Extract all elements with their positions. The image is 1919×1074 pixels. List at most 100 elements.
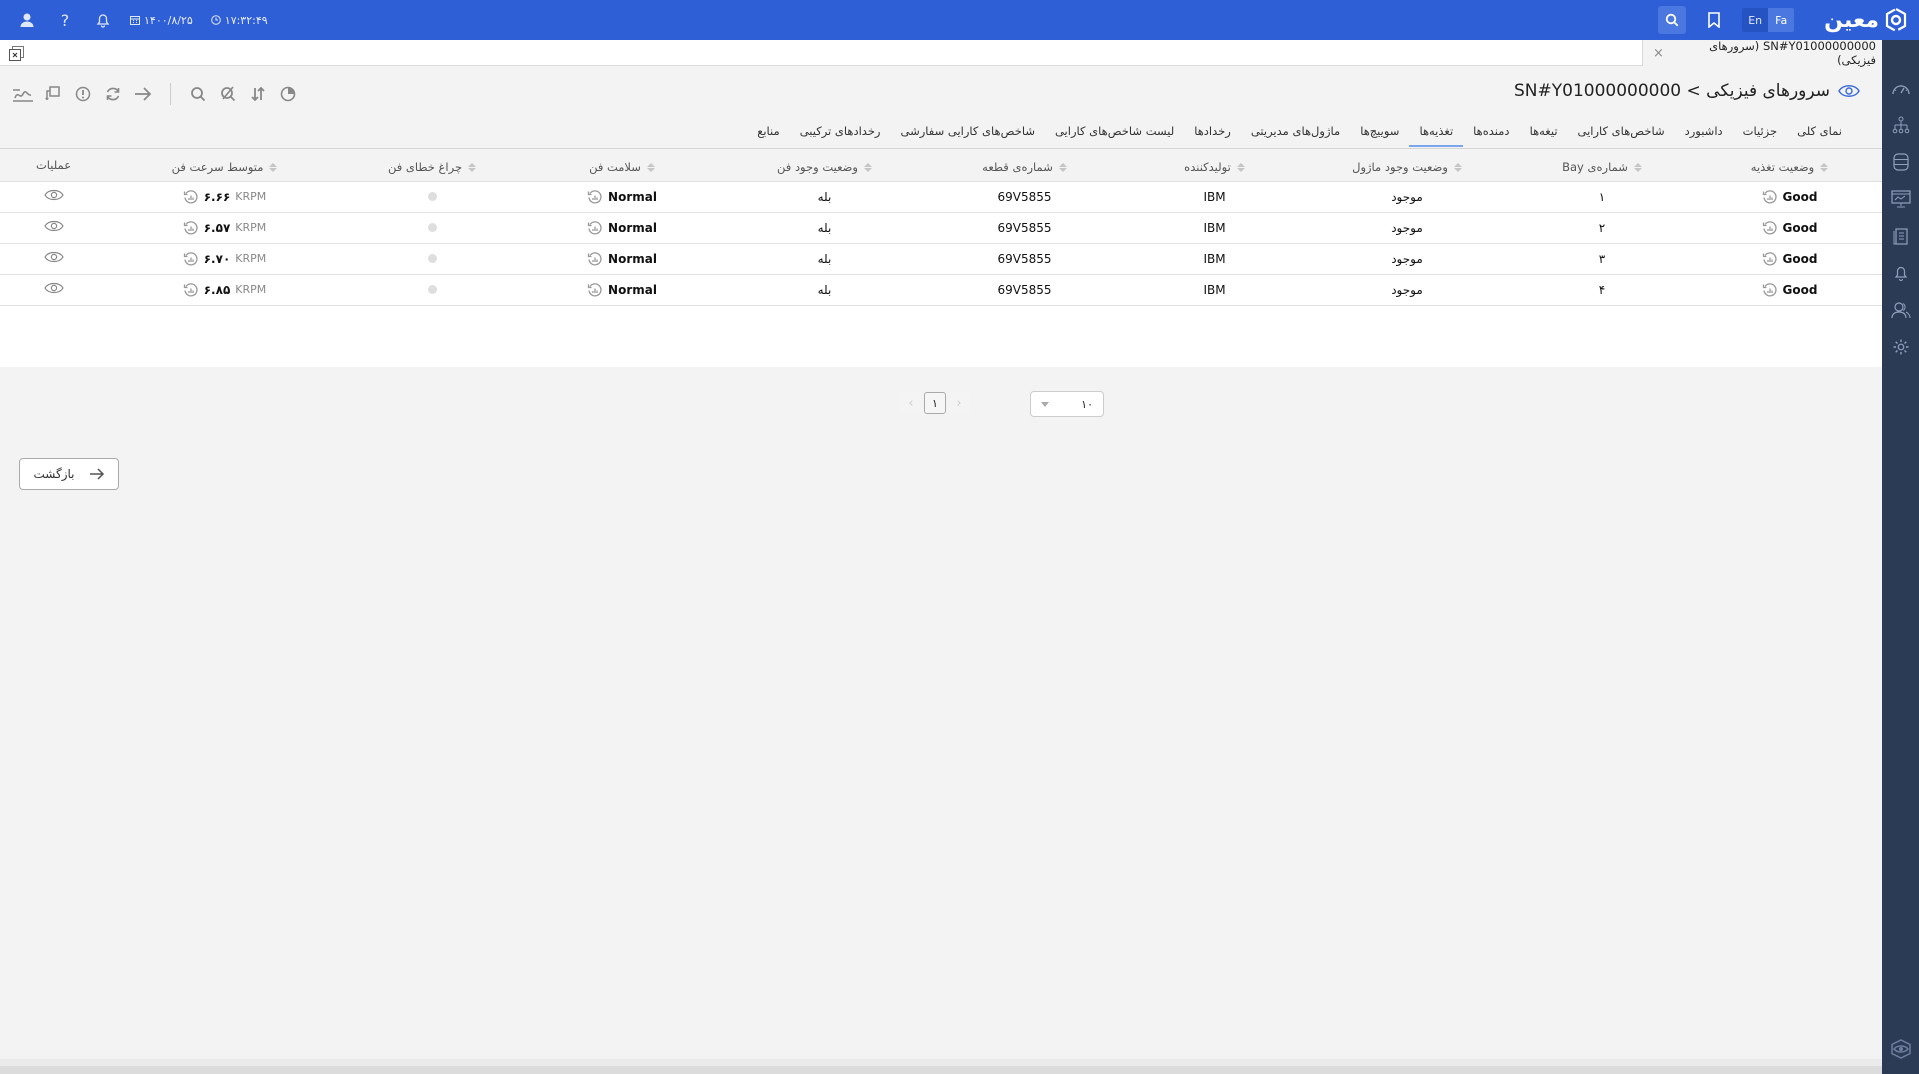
sort-icon[interactable] bbox=[1236, 162, 1245, 172]
next-page-button[interactable]: › bbox=[948, 392, 970, 414]
column-header[interactable]: وضعیت وجود ماژول bbox=[1307, 149, 1507, 182]
column-header[interactable]: وضعیت تغذیه bbox=[1697, 149, 1882, 182]
alert-icon bbox=[75, 86, 91, 102]
tab-9[interactable]: رخدادها bbox=[1184, 117, 1241, 145]
open-tab[interactable]: × SN#Y01000000000 (سرورهای فیزیکی) bbox=[1642, 39, 1882, 67]
history-chart-icon[interactable] bbox=[183, 220, 199, 236]
sort-icon[interactable] bbox=[1058, 162, 1067, 172]
column-header[interactable]: وضعیت وجود فن bbox=[722, 149, 927, 182]
history-chart-icon[interactable] bbox=[1762, 189, 1778, 205]
prev-page-button[interactable]: ‹ bbox=[900, 392, 922, 414]
chart-button[interactable] bbox=[8, 82, 38, 106]
arrow-right-icon bbox=[89, 468, 104, 480]
lang-fa-button[interactable]: Fa bbox=[1768, 8, 1795, 32]
lang-en-button[interactable]: En bbox=[1742, 8, 1769, 32]
sidebar-item-users[interactable] bbox=[1882, 295, 1919, 325]
sort-icon[interactable] bbox=[863, 162, 872, 172]
sidebar-item-settings[interactable] bbox=[1882, 332, 1919, 362]
sort-icon[interactable] bbox=[269, 162, 278, 172]
tab-0[interactable]: نمای کلی bbox=[1787, 117, 1852, 145]
history-chart-icon[interactable] bbox=[1762, 220, 1778, 236]
tab-12[interactable]: رخدادهای ترکیبی bbox=[790, 117, 891, 145]
bell-icon[interactable] bbox=[84, 0, 122, 40]
tab-6[interactable]: تغذیه‌ها bbox=[1409, 117, 1463, 147]
column-header[interactable]: چراغ خطای فن bbox=[342, 149, 522, 182]
view-eye-icon[interactable] bbox=[43, 189, 64, 201]
sort-button[interactable] bbox=[243, 82, 273, 106]
sidebar-item-database[interactable] bbox=[1882, 147, 1919, 177]
clear-search-button[interactable] bbox=[213, 82, 243, 106]
page-size-value: ۱۰ bbox=[1081, 397, 1093, 411]
power-supplies-table: وضعیت تغذیه شماره‌ی Bay وضعیت وجود ماژول تو… bbox=[0, 149, 1882, 367]
sidebar-item-about[interactable] bbox=[1882, 1034, 1919, 1064]
sort-icon[interactable] bbox=[646, 162, 655, 172]
tab-2[interactable]: داشبورد bbox=[1675, 117, 1733, 145]
tab-4[interactable]: تیغه‌ها bbox=[1520, 117, 1568, 145]
history-chart-icon[interactable] bbox=[587, 220, 603, 236]
filter-button[interactable] bbox=[38, 82, 68, 106]
column-header[interactable]: تولیدکننده bbox=[1122, 149, 1307, 182]
history-chart-icon[interactable] bbox=[1762, 282, 1778, 298]
sidebar-item-reports[interactable] bbox=[1882, 221, 1919, 251]
user-icon[interactable] bbox=[8, 0, 46, 40]
sidebar-item-dashboard[interactable] bbox=[1882, 73, 1919, 103]
sort-icon[interactable] bbox=[468, 162, 477, 172]
date-text: ۱۴۰۰/۸/۲۵ bbox=[144, 13, 193, 27]
detail-tabs: نمای کلی جزئیات داشبورد شاخص‌های کارایی تیغه… bbox=[747, 117, 1852, 147]
sort-icon[interactable] bbox=[1633, 162, 1642, 172]
sort-icon[interactable] bbox=[1453, 162, 1462, 172]
column-header[interactable]: شماره‌ی قطعه bbox=[927, 149, 1122, 182]
close-all-tabs-button[interactable] bbox=[9, 46, 24, 61]
history-chart-icon[interactable] bbox=[1762, 251, 1778, 267]
history-chart-icon[interactable] bbox=[183, 189, 199, 205]
tab-10[interactable]: لیست شاخص‌های کارایی bbox=[1045, 117, 1184, 145]
part-number-cell: 69V5855 bbox=[927, 274, 1122, 305]
view-eye-icon[interactable] bbox=[43, 251, 64, 263]
history-chart-icon[interactable] bbox=[587, 282, 603, 298]
power-status: Good bbox=[1782, 189, 1818, 204]
column-header-label: عملیات bbox=[35, 157, 72, 172]
navigate-button[interactable] bbox=[128, 82, 158, 106]
open-tabs-strip: × SN#Y01000000000 (سرورهای فیزیکی) bbox=[0, 39, 1882, 67]
fault-led-indicator bbox=[427, 253, 437, 263]
global-search-button[interactable] bbox=[1658, 6, 1687, 34]
tab-5[interactable]: دمنده‌ها bbox=[1463, 117, 1519, 145]
sidebar-item-alerts[interactable] bbox=[1882, 258, 1919, 288]
horizontal-scrollbar[interactable] bbox=[0, 1066, 1882, 1074]
history-chart-icon[interactable] bbox=[183, 282, 199, 298]
page-size-select[interactable]: ۱۰ bbox=[1030, 391, 1104, 417]
view-eye-icon[interactable] bbox=[43, 282, 64, 294]
bookmark-button[interactable] bbox=[1700, 6, 1728, 34]
tab-3[interactable]: شاخص‌های کارایی bbox=[1568, 117, 1675, 145]
close-tab-icon[interactable]: × bbox=[1653, 46, 1664, 61]
sort-icon[interactable] bbox=[1820, 162, 1829, 172]
sidebar-item-monitoring[interactable] bbox=[1882, 184, 1919, 214]
app-logo[interactable]: معین bbox=[1824, 8, 1907, 33]
column-header[interactable]: سلامت فن bbox=[522, 149, 722, 182]
history-chart-icon[interactable] bbox=[183, 251, 199, 267]
fan-speed-unit: KRPM bbox=[235, 252, 267, 265]
search-button[interactable] bbox=[183, 82, 213, 106]
tab-1[interactable]: جزئیات bbox=[1733, 117, 1787, 145]
help-icon[interactable]: ? bbox=[46, 0, 84, 40]
watch-eye-icon[interactable] bbox=[1838, 80, 1860, 102]
fan-speed: ۶.۸۵ bbox=[203, 282, 231, 297]
back-button[interactable]: بازگشت bbox=[19, 458, 119, 490]
copy-icon bbox=[45, 86, 60, 100]
tab-8[interactable]: ماژول‌های مدیریتی bbox=[1241, 117, 1350, 145]
pie-chart-button[interactable] bbox=[273, 82, 303, 106]
fan-speed-cell: KRPM ۶.۵۷ bbox=[107, 212, 342, 243]
alert-button[interactable] bbox=[68, 82, 98, 106]
history-chart-icon[interactable] bbox=[587, 251, 603, 267]
refresh-button[interactable] bbox=[98, 82, 128, 106]
column-header[interactable]: شماره‌ی Bay bbox=[1507, 149, 1697, 182]
tab-7[interactable]: سوییچ‌ها bbox=[1350, 117, 1409, 145]
history-chart-icon[interactable] bbox=[587, 189, 603, 205]
tab-11[interactable]: شاخص‌های کارایی سفارشی bbox=[891, 117, 1045, 145]
tab-13[interactable]: منابع bbox=[747, 117, 789, 145]
column-header[interactable]: متوسط سرعت فن bbox=[107, 149, 342, 182]
sidebar-item-topology[interactable] bbox=[1882, 110, 1919, 140]
fan-presence: بله bbox=[817, 251, 832, 266]
view-eye-icon[interactable] bbox=[43, 220, 64, 232]
current-page[interactable]: ۱ bbox=[924, 392, 946, 414]
